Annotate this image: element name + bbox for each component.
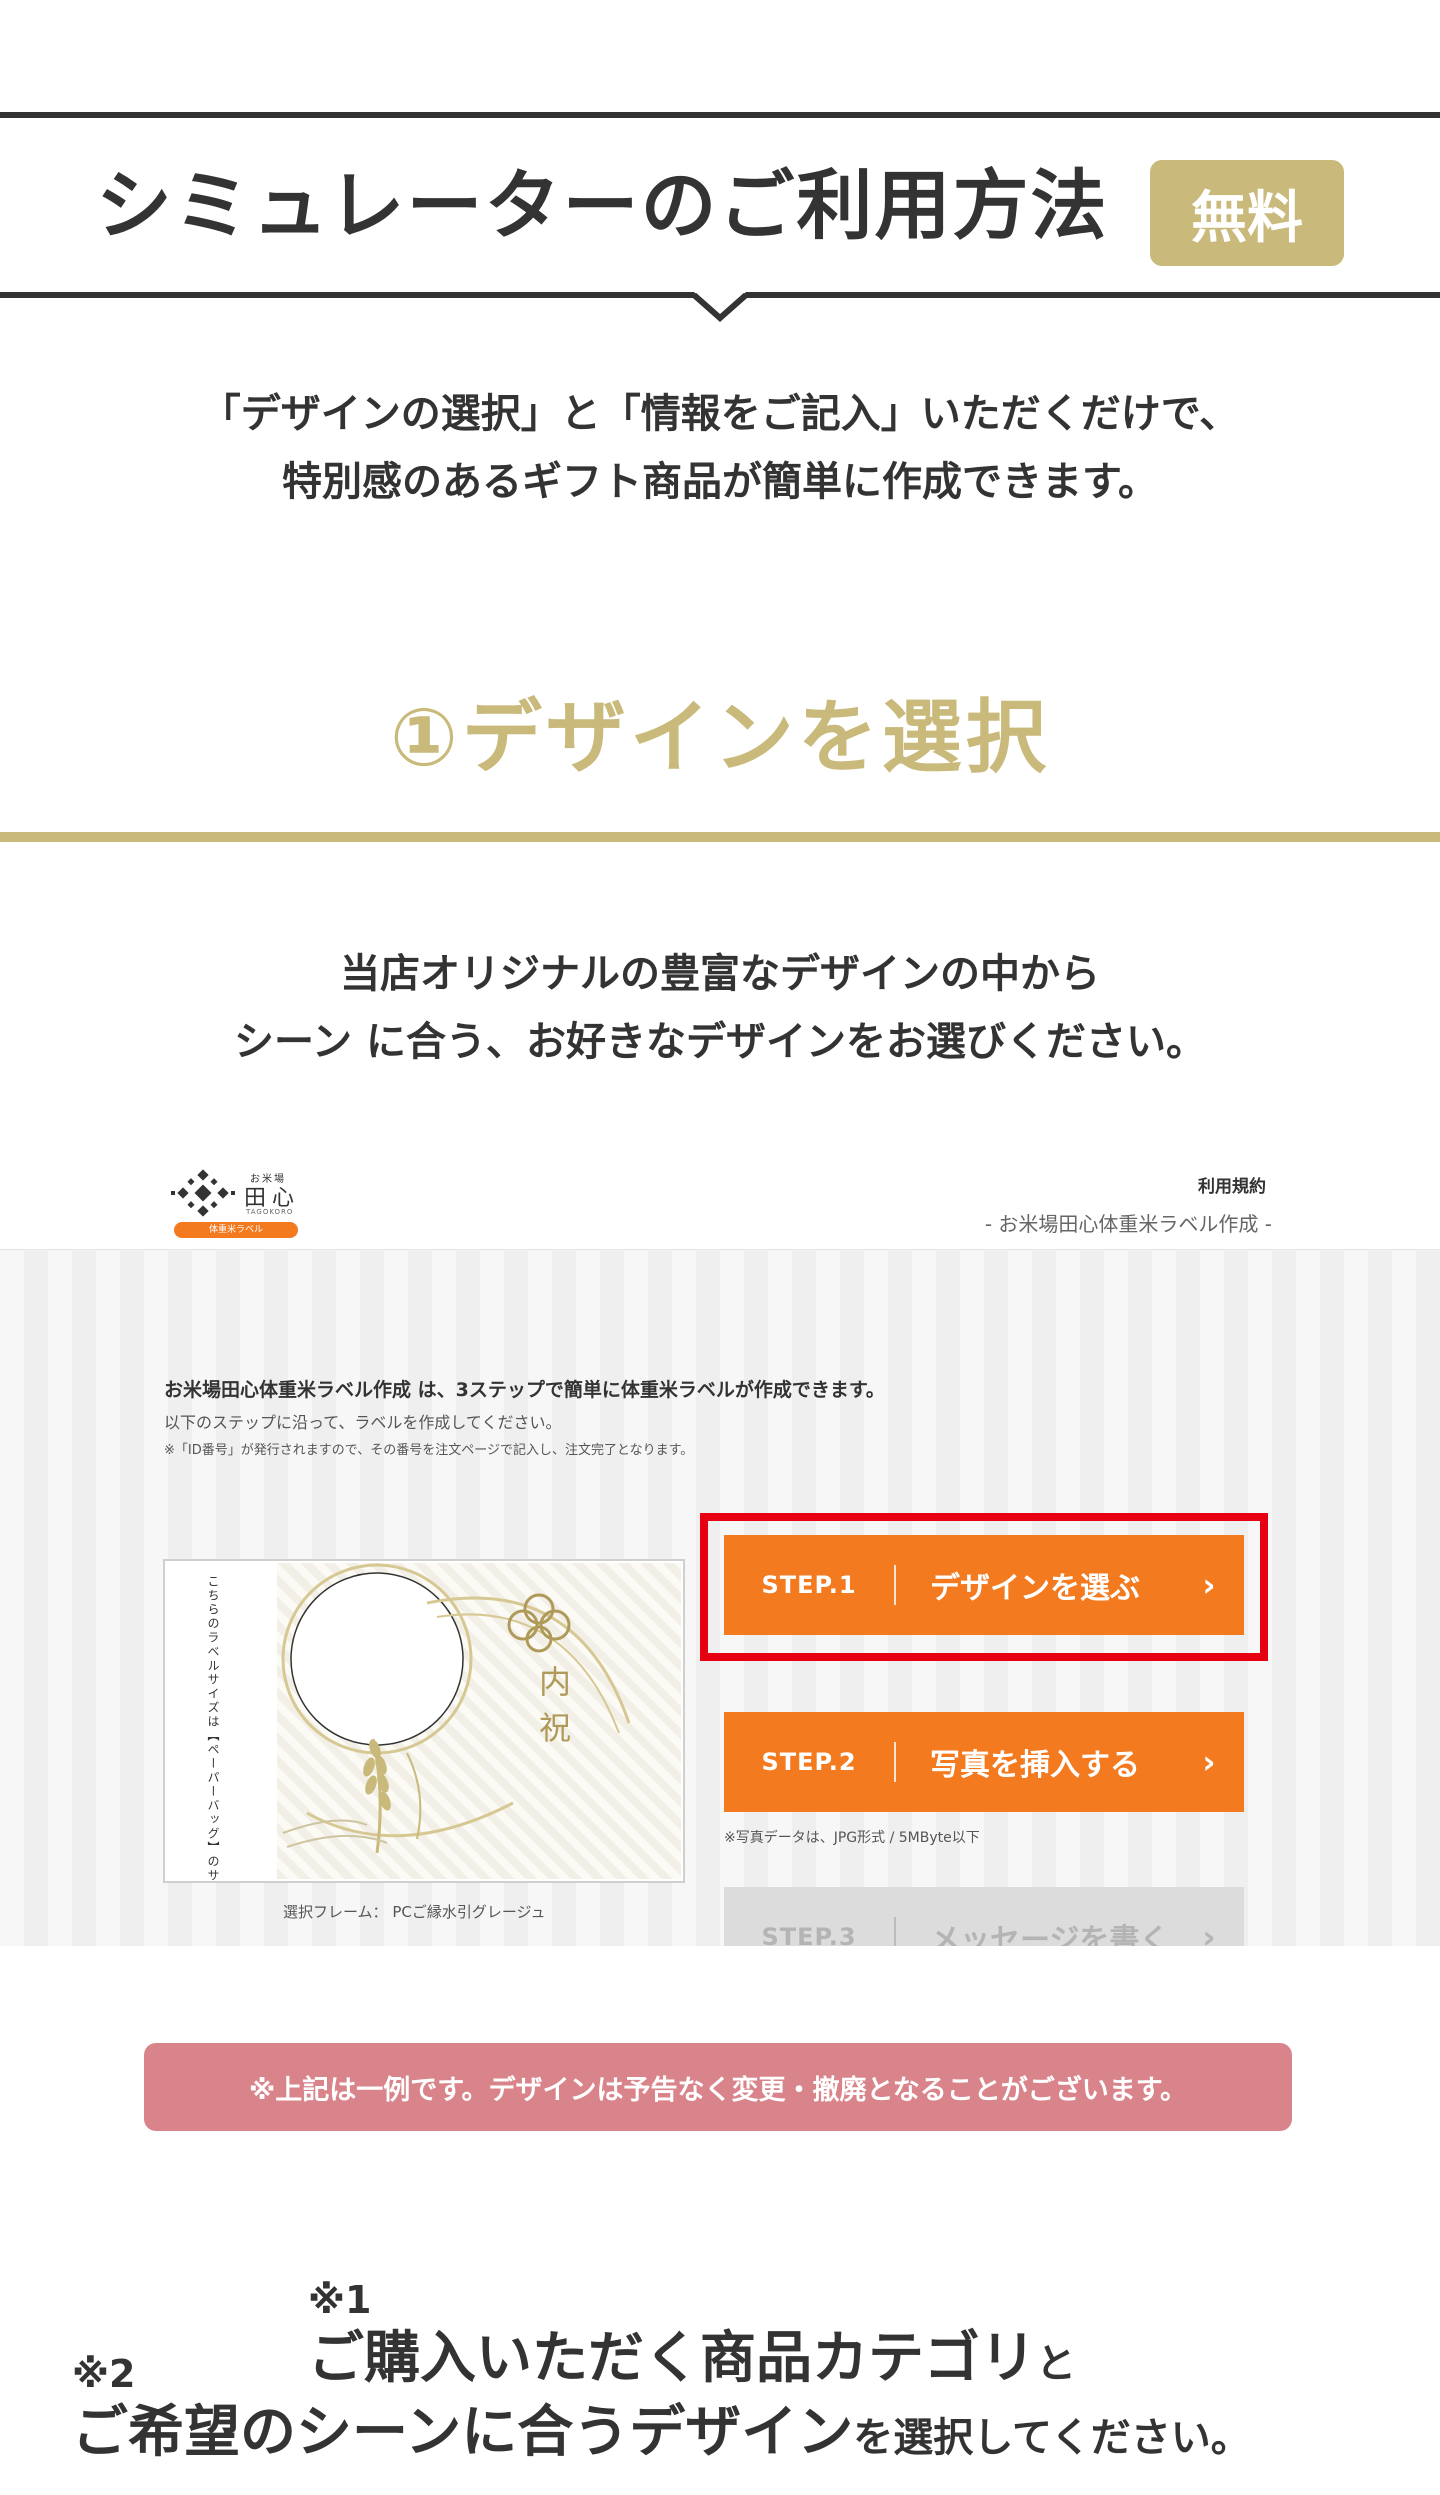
simulator-body: お米場田心体重米ラベル作成 は、3ステップで簡単に体重米ラベルが作成できます。 … <box>0 1251 1440 1946</box>
design-description: 当店オリジナルの豊富なデザインの中から シーン に合う、お好きなデザインをお選び… <box>234 951 1206 1065</box>
header-top-rule <box>0 112 1440 118</box>
shop-logo[interactable]: お米場 田心 TAGOKORO 体重米ラベル <box>170 1160 300 1242</box>
id-note-text: ※「ID番号」が発行されますので、その番号を注文ページで記入し、注文完了となりま… <box>164 1443 694 1458</box>
snowflake-crest-icon <box>171 1169 235 1217</box>
instruction-text: 以下のステップに沿って、ラベルを作成してください。 <box>164 1413 562 1432</box>
simulator-screenshot: お米場 田心 TAGOKORO 体重米ラベル 利用規約 - お米場田心体重米ラベ… <box>0 1150 1440 1946</box>
photo-requirement-note: ※写真データは、JPG形式 / 5MByte以下 <box>724 1830 980 1846</box>
disclaimer-notice: ※上記は一例です。デザインは予告なく変更・撤廃となることがございます。 <box>144 2043 1292 2131</box>
category-instruction: ご購入いただく商品カテゴリと <box>308 2326 1076 2391</box>
step1-button[interactable]: STEP.1 デザインを選ぶ › <box>724 1535 1244 1635</box>
chevron-right-icon: › <box>1202 1743 1216 1781</box>
logo-tag: 体重米ラベル <box>174 1222 298 1238</box>
chevron-right-icon: › <box>1202 1918 1216 1946</box>
chevron-right-icon: › <box>1202 1566 1216 1604</box>
step3-button[interactable]: STEP.3 メッセージを書く › <box>724 1887 1244 1946</box>
simulator-header: お米場 田心 TAGOKORO 体重米ラベル 利用規約 - お米場田心体重米ラベ… <box>0 1150 1440 1250</box>
intro-text: 「デザインの選択」と「情報をご記入」いただくだけで、 特別感のあるギフト商品が簡… <box>200 391 1240 505</box>
label-preview: こちらのラベルサイズは【ペーパーバッグ】のサイズとなります。 内祝 <box>163 1559 685 1883</box>
frame-caption: 選択フレーム： PCご縁水引グレージュ <box>283 1903 546 1921</box>
label-greeting: 内祝 <box>538 1663 571 1747</box>
step-heading: ①デザインを選択 <box>390 691 1050 784</box>
page-title: シミュレーターのご利用方法 <box>96 161 1109 250</box>
free-badge: 無料 <box>1150 160 1344 266</box>
lead-text: お米場田心体重米ラベル作成 は、3ステップで簡単に体重米ラベルが作成できます。 <box>164 1379 885 1401</box>
gold-divider <box>0 832 1440 842</box>
speech-notch-icon <box>692 292 748 322</box>
label-size-note: こちらのラベルサイズは【ペーパーバッグ】のサイズとなります。 <box>206 1575 220 1883</box>
footnote-marker-2: ※2 <box>72 2352 136 2396</box>
scene-instruction: ご希望のシーンに合うデザインを選択してください。 <box>72 2400 1251 2465</box>
step2-button[interactable]: STEP.2 写真を挿入する › <box>724 1712 1244 1812</box>
section-header: シミュレーターのご利用方法 無料 <box>0 112 1440 322</box>
terms-link[interactable]: 利用規約 <box>1198 1172 1266 1197</box>
mizuhiki-frame-icon <box>281 1563 631 1854</box>
footnote-marker-1: ※1 <box>308 2278 372 2322</box>
simulator-subtitle: - お米場田心体重米ラベル作成 - <box>984 1212 1272 1236</box>
